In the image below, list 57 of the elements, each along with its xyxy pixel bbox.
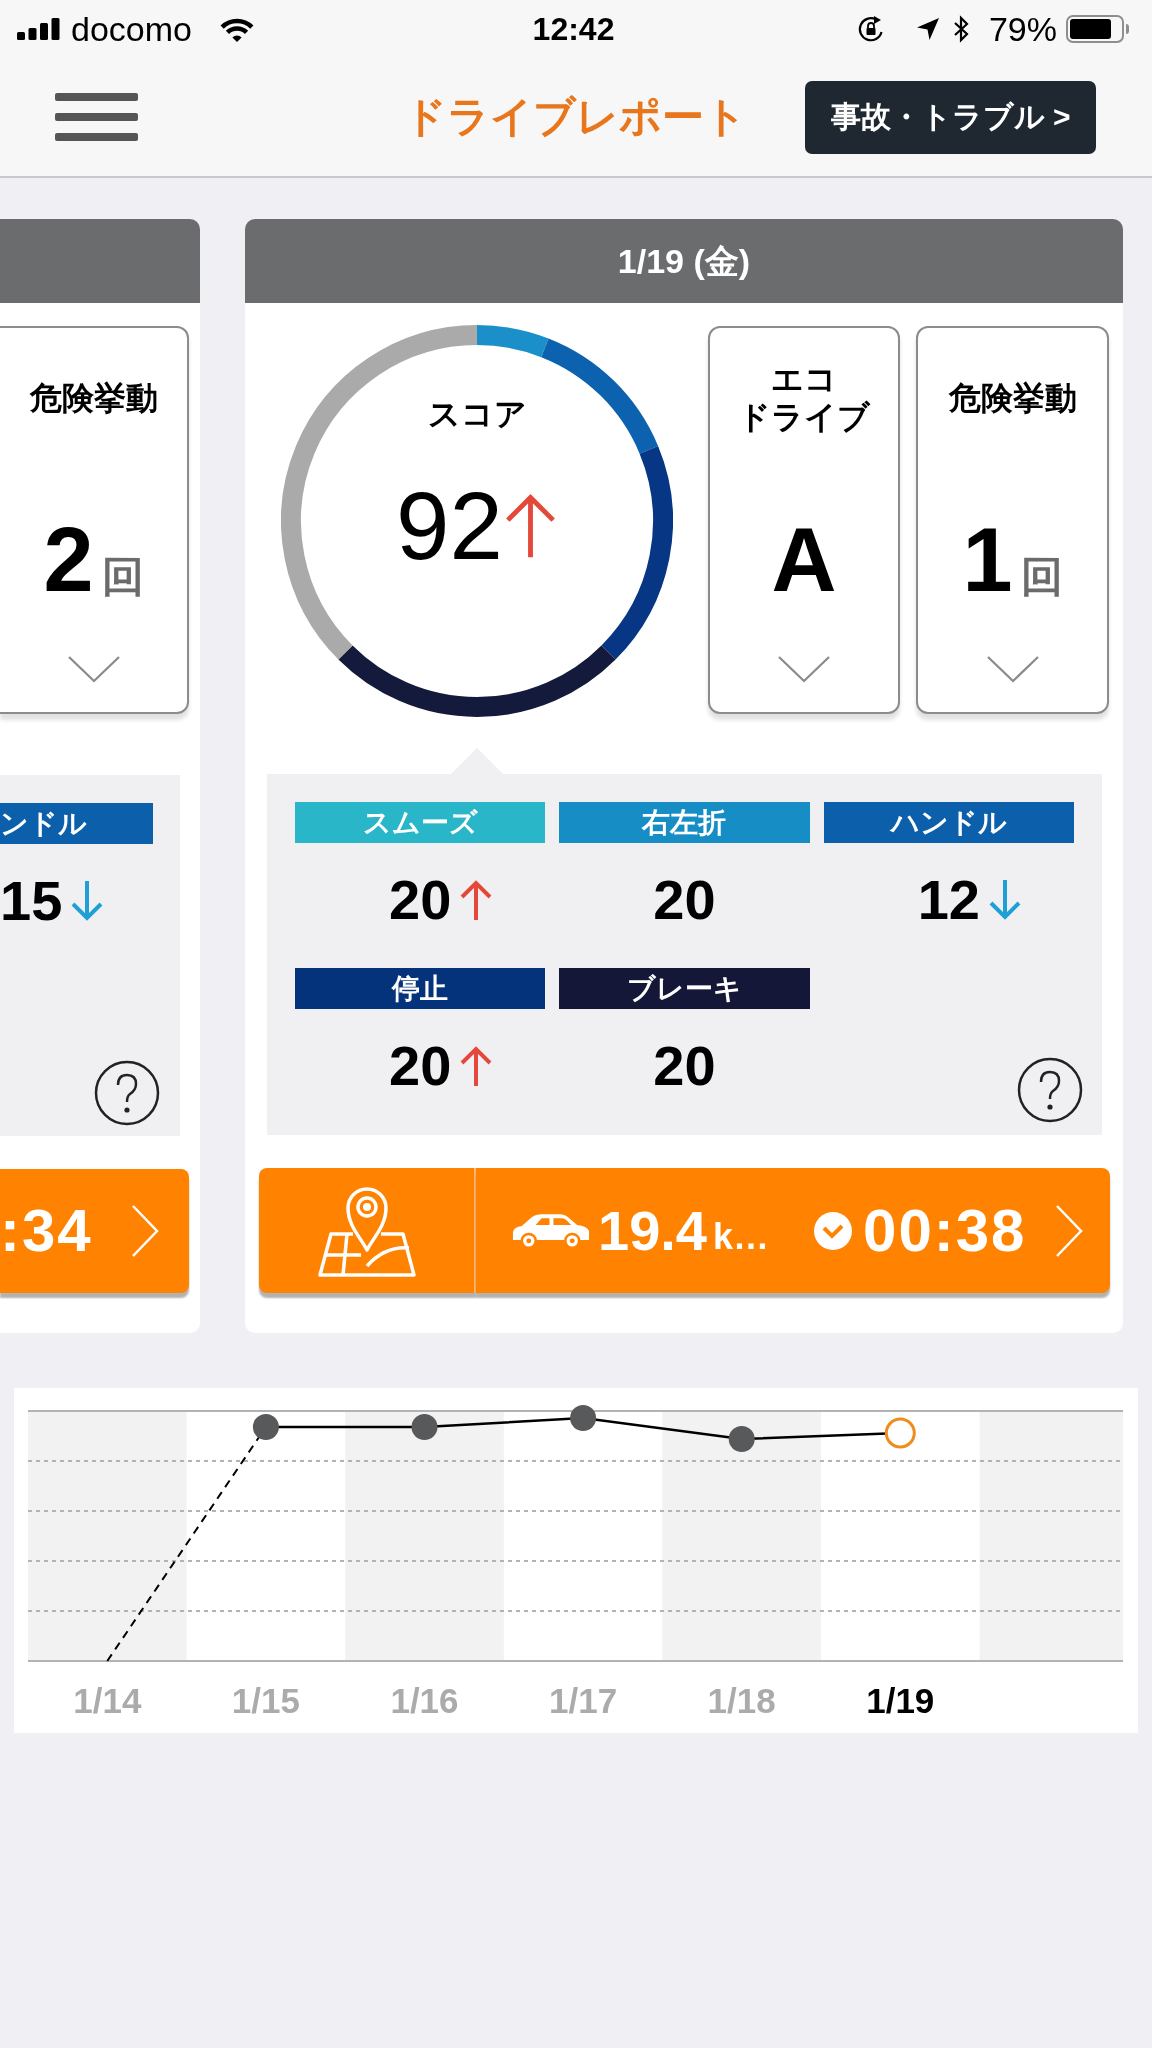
status-time: 12:42 [532, 13, 615, 45]
rotation-lock-icon [856, 15, 885, 43]
summary-card-value: 2 [43, 520, 94, 600]
summary-card[interactable]: エコ ドライブ A [708, 326, 900, 714]
category-label: ブレーキ [559, 968, 810, 1009]
category-label: ハンドル [823, 802, 1074, 843]
category-label: 右左折 [559, 802, 810, 843]
summary-card-unit: 回 [101, 556, 144, 598]
menu-icon[interactable] [55, 93, 138, 141]
signal-icon [17, 18, 60, 40]
battery-icon [1066, 15, 1130, 43]
date-axis-label: 1/18 [706, 1683, 777, 1718]
summary-card[interactable]: 危険挙動 1 回 [916, 326, 1109, 714]
help-icon[interactable] [94, 1060, 160, 1126]
summary-card-value: 1 [962, 520, 1013, 600]
chevron-down-icon [65, 654, 122, 684]
date-axis-label: 1/14 [72, 1683, 143, 1718]
trip-duration: 00:38 [863, 1200, 1027, 1261]
page-title: ドライブレポート [404, 96, 747, 138]
car-icon [510, 1211, 591, 1250]
summary-card[interactable]: 危険挙動 2 回 [0, 326, 189, 714]
date-axis-label: 1/16 [389, 1683, 460, 1718]
distance-unit: k… [713, 1218, 770, 1255]
date-axis-label: 1/17 [548, 1683, 619, 1718]
chevron-right-icon [130, 1203, 160, 1259]
summary-card-unit: 回 [1020, 556, 1063, 598]
category-score: 20 [653, 1038, 716, 1094]
summary-card-value: A [771, 520, 837, 600]
category-score: 20 [653, 872, 716, 928]
location-arrow-icon [915, 17, 940, 41]
date-axis-label: 1/19 [865, 1683, 936, 1718]
category-score: 20 [389, 1038, 452, 1094]
carrier-name: docomo [71, 12, 192, 46]
help-icon[interactable] [1017, 1057, 1083, 1123]
summary-card-title: ドライブ [738, 398, 870, 436]
chevron-down-icon [776, 654, 832, 684]
category-label: 停止 [295, 968, 546, 1009]
battery-percentage: 79% [988, 12, 1057, 46]
map-pin-icon [316, 1184, 417, 1277]
clock-icon [813, 1210, 854, 1251]
score-value: 92 [396, 486, 503, 566]
summary-card-title: エコ [771, 360, 837, 398]
category-label: ンドル [0, 803, 153, 844]
category-score: 15 [0, 873, 63, 929]
category-score: 12 [917, 872, 980, 928]
summary-card-title: 危険挙動 [29, 379, 158, 417]
score-label: スコア [427, 398, 527, 430]
summary-card-title: 危険挙動 [948, 379, 1077, 417]
trip-distance: 19.4 [598, 1202, 707, 1259]
category-label: スムーズ [295, 802, 546, 843]
bluetooth-icon [952, 15, 969, 43]
category-score: 20 [389, 872, 452, 928]
trip-duration: :34 [0, 1201, 93, 1261]
date-axis-label: 1/15 [230, 1683, 301, 1718]
chevron-down-icon [984, 654, 1041, 684]
trouble-button[interactable]: 事故・トラブル > [805, 80, 1096, 154]
date-title: 1/19 (金) [617, 244, 751, 278]
